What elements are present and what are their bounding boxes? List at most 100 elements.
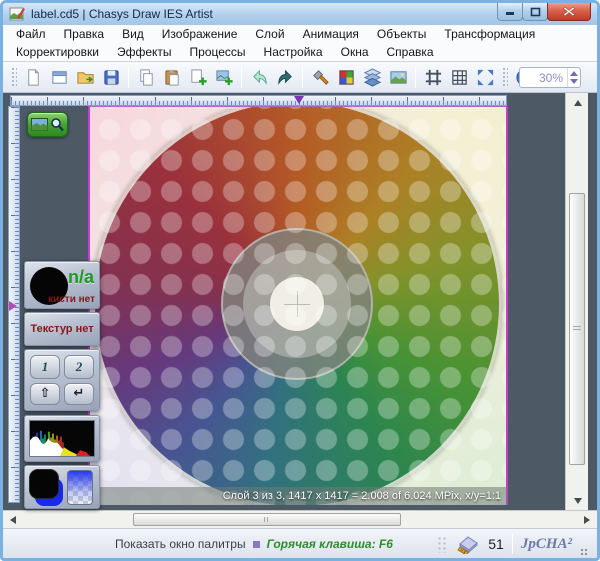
image-button[interactable] bbox=[386, 65, 410, 89]
toolbar-separator bbox=[415, 66, 416, 88]
brush-panel[interactable]: n/a кисти нет bbox=[24, 261, 100, 309]
maximize-button[interactable] bbox=[522, 3, 548, 21]
paste-as-new-layer-icon bbox=[215, 68, 234, 87]
resize-grip[interactable] bbox=[580, 548, 589, 557]
histogram-panel[interactable] bbox=[24, 415, 100, 462]
scroll-up-button[interactable] bbox=[566, 95, 589, 110]
caption-buttons bbox=[498, 3, 591, 21]
status-hint-group: Показать окно палитры Горячая клавиша: F… bbox=[115, 529, 393, 559]
arrow-right-icon bbox=[584, 516, 590, 524]
copy-button[interactable] bbox=[134, 65, 158, 89]
menu-bar: Файл Правка Вид Изображение Слой Анимаци… bbox=[3, 25, 597, 62]
horizontal-ruler bbox=[10, 95, 507, 106]
status-bar: Показать окно палитры Горячая клавиша: F… bbox=[3, 528, 597, 558]
toolbar-grip[interactable] bbox=[10, 66, 17, 88]
scroll-right-button[interactable] bbox=[579, 511, 595, 529]
paste-as-new-image-button[interactable] bbox=[186, 65, 210, 89]
new-window-button[interactable] bbox=[47, 65, 71, 89]
menu-adjustments[interactable]: Корректировки bbox=[7, 43, 108, 61]
key-2-button[interactable]: 2 bbox=[64, 355, 94, 379]
layers-button[interactable] bbox=[360, 65, 384, 89]
open-folder-icon bbox=[76, 68, 95, 87]
menu-objects[interactable]: Объекты bbox=[368, 25, 436, 43]
horizontal-scrollbar[interactable] bbox=[3, 510, 597, 528]
menu-edit[interactable]: Правка bbox=[55, 25, 114, 43]
zoom-level-field[interactable]: 30% bbox=[519, 67, 581, 88]
vertical-scrollbar[interactable] bbox=[565, 93, 588, 510]
menu-image[interactable]: Изображение bbox=[153, 25, 247, 43]
gradient-transparency-swatch[interactable] bbox=[67, 470, 93, 505]
canvas[interactable]: Слой 3 из 3, 1417 x 1417 = 2.008 of 6.02… bbox=[89, 106, 507, 505]
menu-processes[interactable]: Процессы bbox=[181, 43, 255, 61]
zoom-decrease-icon[interactable] bbox=[570, 79, 578, 84]
workspace: Слой 3 из 3, 1417 x 1417 = 2.008 of 6.02… bbox=[3, 93, 597, 510]
texture-panel[interactable]: Текстур нет bbox=[24, 312, 100, 346]
menu-effects[interactable]: Эффекты bbox=[108, 43, 181, 61]
menu-file[interactable]: Файл bbox=[7, 25, 55, 43]
paste-icon bbox=[163, 68, 182, 87]
zoom-search-icon bbox=[50, 117, 64, 132]
grid-button[interactable] bbox=[447, 65, 471, 89]
open-button[interactable] bbox=[73, 65, 97, 89]
shift-key-button[interactable]: ⇧ bbox=[30, 383, 60, 406]
menu-windows[interactable]: Окна bbox=[332, 43, 378, 61]
undo-arrow-icon bbox=[250, 68, 269, 87]
layers-icon bbox=[363, 68, 382, 87]
vertical-ruler bbox=[8, 106, 20, 503]
new-document-icon bbox=[24, 68, 43, 87]
menu-row-1: Файл Правка Вид Изображение Слой Анимаци… bbox=[3, 25, 597, 43]
enter-key-button[interactable]: ↵ bbox=[64, 383, 94, 406]
menu-transform[interactable]: Трансформация bbox=[435, 25, 544, 43]
zoom-increase-icon[interactable] bbox=[570, 71, 578, 76]
redo-button[interactable] bbox=[273, 65, 297, 89]
toolbar-separator bbox=[128, 66, 129, 88]
fit-view-icon bbox=[476, 68, 495, 87]
paste-as-new-layer-button[interactable] bbox=[212, 65, 236, 89]
fit-view-button[interactable] bbox=[473, 65, 497, 89]
status-hotkey-text: Горячая клавиша: F6 bbox=[267, 537, 393, 551]
menu-layer[interactable]: Слой bbox=[246, 25, 293, 43]
object-counter: 51 bbox=[488, 536, 504, 552]
hammer-icon bbox=[311, 68, 330, 87]
save-button[interactable] bbox=[99, 65, 123, 89]
minimize-button[interactable] bbox=[497, 3, 523, 21]
tools-button[interactable] bbox=[308, 65, 332, 89]
memory-chip-icon bbox=[454, 534, 480, 554]
toolbar: ? 30% bbox=[3, 62, 597, 93]
undo-button[interactable] bbox=[247, 65, 271, 89]
horizontal-scrollbar-thumb[interactable] bbox=[133, 513, 401, 526]
statusbar-grip bbox=[436, 535, 446, 553]
vertical-scrollbar-thumb[interactable] bbox=[569, 193, 585, 465]
copy-icon bbox=[137, 68, 156, 87]
menu-animation[interactable]: Анимация bbox=[294, 25, 368, 43]
key-1-button[interactable]: 1 bbox=[30, 355, 60, 379]
menu-view[interactable]: Вид bbox=[113, 25, 153, 43]
new-document-button[interactable] bbox=[21, 65, 45, 89]
toolbar-separator bbox=[241, 66, 242, 88]
palette-button[interactable] bbox=[334, 65, 358, 89]
app-window: label.cd5 | Chasys Draw IES Artist Файл … bbox=[0, 0, 600, 561]
cd-center-hole bbox=[269, 276, 325, 332]
brush-status: кисти нет bbox=[48, 294, 95, 305]
canvas-frame-button[interactable] bbox=[421, 65, 445, 89]
scroll-down-button[interactable] bbox=[566, 493, 589, 508]
canvas-frame-icon bbox=[424, 68, 443, 87]
quick-keys-panel: 1 2 ⇧ ↵ bbox=[24, 349, 100, 411]
paste-button[interactable] bbox=[160, 65, 184, 89]
status-right-group: 51 JpCHA² bbox=[436, 529, 589, 559]
brand-logo: JpCHA² bbox=[521, 536, 572, 553]
foreground-color-swatch[interactable] bbox=[29, 469, 59, 499]
arrow-left-icon bbox=[10, 516, 16, 524]
arrow-down-icon bbox=[574, 498, 582, 504]
menu-help[interactable]: Справка bbox=[378, 43, 443, 61]
brush-value: n/a bbox=[68, 267, 94, 288]
bullet-icon bbox=[253, 541, 260, 548]
zoom-level-value: 30% bbox=[520, 71, 567, 85]
status-hint-text: Показать окно палитры bbox=[115, 537, 246, 551]
close-button[interactable] bbox=[547, 3, 591, 21]
navigator-button[interactable] bbox=[27, 112, 68, 137]
menu-settings[interactable]: Настройка bbox=[255, 43, 332, 61]
window-title: label.cd5 | Chasys Draw IES Artist bbox=[31, 7, 213, 21]
toolbar-grip[interactable] bbox=[501, 66, 508, 88]
scroll-left-button[interactable] bbox=[5, 511, 21, 529]
